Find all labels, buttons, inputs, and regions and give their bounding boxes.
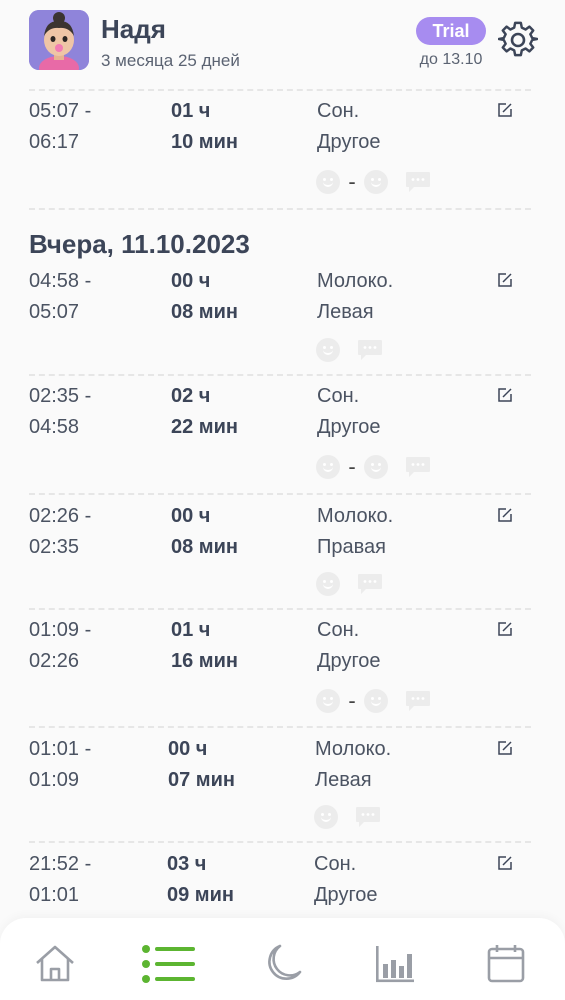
duration-hours: 01 ч xyxy=(171,100,211,122)
child-name[interactable]: Надя xyxy=(101,14,166,45)
bottom-nav xyxy=(0,918,565,1000)
trial-until-date: до 13.10 xyxy=(419,51,483,68)
range-dash: - xyxy=(348,454,356,479)
divider xyxy=(29,208,531,210)
duration-hours: 02 ч xyxy=(171,385,211,407)
smiley-icon[interactable] xyxy=(316,455,340,479)
edit-icon[interactable] xyxy=(497,272,513,288)
mood-icons: - xyxy=(316,687,431,715)
smiley-icon[interactable] xyxy=(316,170,340,194)
comment-icon[interactable] xyxy=(355,806,381,828)
mood-icons xyxy=(314,803,381,831)
duration-minutes: 07 мин xyxy=(168,769,235,791)
comment-icon[interactable] xyxy=(405,690,431,712)
divider xyxy=(29,608,531,610)
edit-icon[interactable] xyxy=(497,507,513,523)
entry-type: Молоко. xyxy=(317,505,394,527)
entry-type: Сон. xyxy=(314,853,357,875)
entry-subtype: Другое xyxy=(317,131,381,153)
mood-icons: - xyxy=(316,168,431,196)
comment-icon[interactable] xyxy=(357,573,383,595)
end-time: 01:01 xyxy=(29,884,80,906)
smiley-icon[interactable] xyxy=(364,455,388,479)
entry-subtype: Другое xyxy=(317,650,381,672)
entry-type: Молоко. xyxy=(317,270,394,292)
edit-icon[interactable] xyxy=(497,102,513,118)
divider xyxy=(29,89,531,91)
end-time: 05:07 xyxy=(29,301,80,323)
entry-subtype: Левая xyxy=(315,769,372,791)
edit-icon[interactable] xyxy=(497,387,513,403)
duration-hours: 00 ч xyxy=(168,738,208,760)
start-time: 02:26 - xyxy=(29,505,92,527)
app-header: Надя 3 месяца 25 дней Trial до 13.10 xyxy=(0,0,565,88)
section-title: Вчера, 11.10.2023 xyxy=(29,229,250,259)
end-time: 02:35 xyxy=(29,536,80,558)
list-icon[interactable] xyxy=(141,942,197,986)
entry-subtype: Другое xyxy=(317,416,381,438)
entry-subtype: Другое xyxy=(314,884,378,906)
activity-list[interactable]: 05:07 - 06:17 01 ч 10 мин Сон. Другое - … xyxy=(0,88,565,918)
mood-icons: - xyxy=(316,453,431,481)
comment-icon[interactable] xyxy=(405,171,431,193)
divider xyxy=(29,493,531,495)
smiley-icon[interactable] xyxy=(314,805,338,829)
home-icon[interactable] xyxy=(33,942,77,986)
end-time: 06:17 xyxy=(29,131,80,153)
comment-icon[interactable] xyxy=(357,339,383,361)
edit-icon[interactable] xyxy=(497,621,513,637)
end-time: 02:26 xyxy=(29,650,80,672)
start-time: 01:01 - xyxy=(29,738,92,760)
start-time: 01:09 - xyxy=(29,619,92,641)
start-time: 21:52 - xyxy=(29,853,92,875)
gear-icon[interactable] xyxy=(497,20,539,60)
duration-hours: 01 ч xyxy=(171,619,211,641)
calendar-icon[interactable] xyxy=(485,942,529,986)
duration-minutes: 16 мин xyxy=(171,650,238,672)
moon-icon[interactable] xyxy=(260,942,304,986)
edit-icon[interactable] xyxy=(497,855,513,871)
duration-minutes: 09 мин xyxy=(167,884,234,906)
end-time: 01:09 xyxy=(29,769,80,791)
mood-icons xyxy=(316,336,383,364)
child-age: 3 месяца 25 дней xyxy=(101,51,240,70)
end-time: 04:58 xyxy=(29,416,80,438)
entry-type: Сон. xyxy=(317,619,360,641)
duration-minutes: 08 мин xyxy=(171,301,238,323)
entry-subtype: Левая xyxy=(317,301,374,323)
entry-type: Молоко. xyxy=(315,738,392,760)
duration-minutes: 08 мин xyxy=(171,536,238,558)
mood-icons xyxy=(316,570,383,598)
range-dash: - xyxy=(348,688,356,713)
entry-type: Сон. xyxy=(317,385,360,407)
range-dash: - xyxy=(348,169,356,194)
divider xyxy=(29,726,531,728)
divider xyxy=(29,841,531,843)
duration-hours: 00 ч xyxy=(171,505,211,527)
smiley-icon[interactable] xyxy=(364,170,388,194)
smiley-icon[interactable] xyxy=(364,689,388,713)
duration-minutes: 22 мин xyxy=(171,416,238,438)
child-avatar[interactable] xyxy=(29,10,89,70)
smiley-icon[interactable] xyxy=(316,572,340,596)
entry-subtype: Правая xyxy=(317,536,386,558)
duration-minutes: 10 мин xyxy=(171,131,238,153)
start-time: 04:58 - xyxy=(29,270,92,292)
start-time: 05:07 - xyxy=(29,100,92,122)
entry-type: Сон. xyxy=(317,100,360,122)
divider xyxy=(29,374,531,376)
smiley-icon[interactable] xyxy=(316,338,340,362)
trial-badge[interactable]: Trial xyxy=(416,17,486,45)
duration-hours: 03 ч xyxy=(167,853,207,875)
comment-icon[interactable] xyxy=(405,456,431,478)
duration-hours: 00 ч xyxy=(171,270,211,292)
stats-icon[interactable] xyxy=(373,942,417,986)
start-time: 02:35 - xyxy=(29,385,92,407)
smiley-icon[interactable] xyxy=(316,689,340,713)
edit-icon[interactable] xyxy=(497,740,513,756)
